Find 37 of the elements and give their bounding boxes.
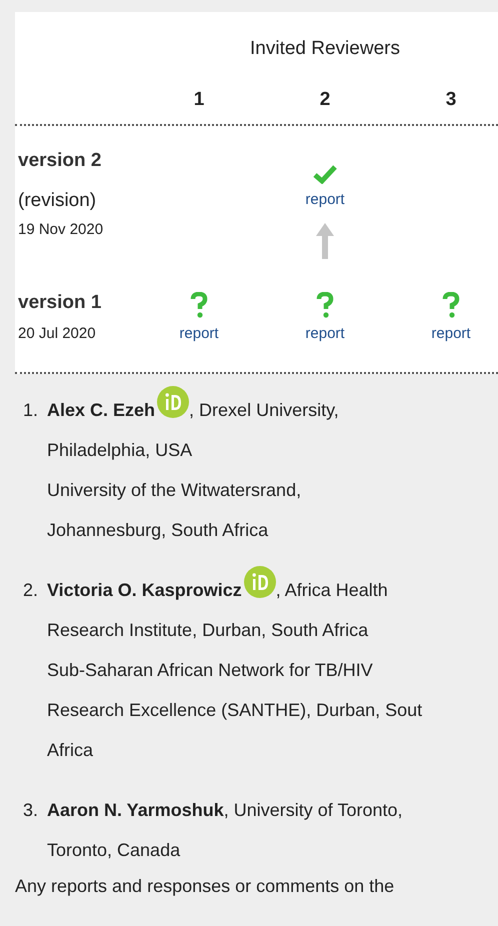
affiliation-text: , Drexel University, [189,399,339,422]
version-date: 19 Nov 2020 [18,220,104,240]
report-link[interactable]: report [305,190,345,210]
question-icon [190,292,208,318]
version-date: 20 Jul 2020 [18,324,97,344]
affiliation-text: Toronto, Canada [47,839,182,862]
report-link[interactable]: report [179,324,219,344]
version-title: version 2 [18,149,102,173]
affiliation-text: Sub-Saharan African Network for TB/HIV [47,659,374,682]
orcid-icon[interactable] [244,566,276,598]
orcid-icon[interactable] [157,386,190,418]
footer-text: Any reports and responses or comments on the [15,875,396,898]
affiliation-text: Research Excellence (SANTHE), Durban, Sout [47,699,422,722]
column-number: 1 [192,88,206,112]
question-icon [316,292,334,318]
version-title: version 1 [18,291,102,315]
reviewer-name[interactable]: Aaron N. Yarmoshuk [47,790,224,830]
affiliation-text: Africa [47,739,94,762]
affiliation-text: Johannesburg, South Africa [47,519,270,542]
affiliation-text: Philadelphia, USA [47,439,194,462]
list-number: 1. [22,399,40,422]
question-icon [442,292,460,318]
reviewer-name[interactable]: Victoria O. Kasprowicz [47,570,242,610]
column-number: 2 [318,88,332,112]
version-note: (revision) [18,189,98,213]
affiliation-text: , Africa Health [276,579,388,602]
report-link[interactable]: report [431,324,471,344]
list-number: 3. [22,799,40,822]
table-header: Invited Reviewers [249,36,401,61]
affiliation-text: Research Institute, Durban, South Africa [47,619,370,642]
reviewer-name[interactable]: Alex C. Ezeh [47,390,156,430]
check-icon [313,164,337,184]
affiliation-text: , University of Toronto, [224,799,402,822]
affiliation-text: University of the Witwatersrand, [47,479,302,502]
list-number: 2. [22,579,40,602]
column-number: 3 [444,88,458,112]
report-link[interactable]: report [305,324,345,344]
